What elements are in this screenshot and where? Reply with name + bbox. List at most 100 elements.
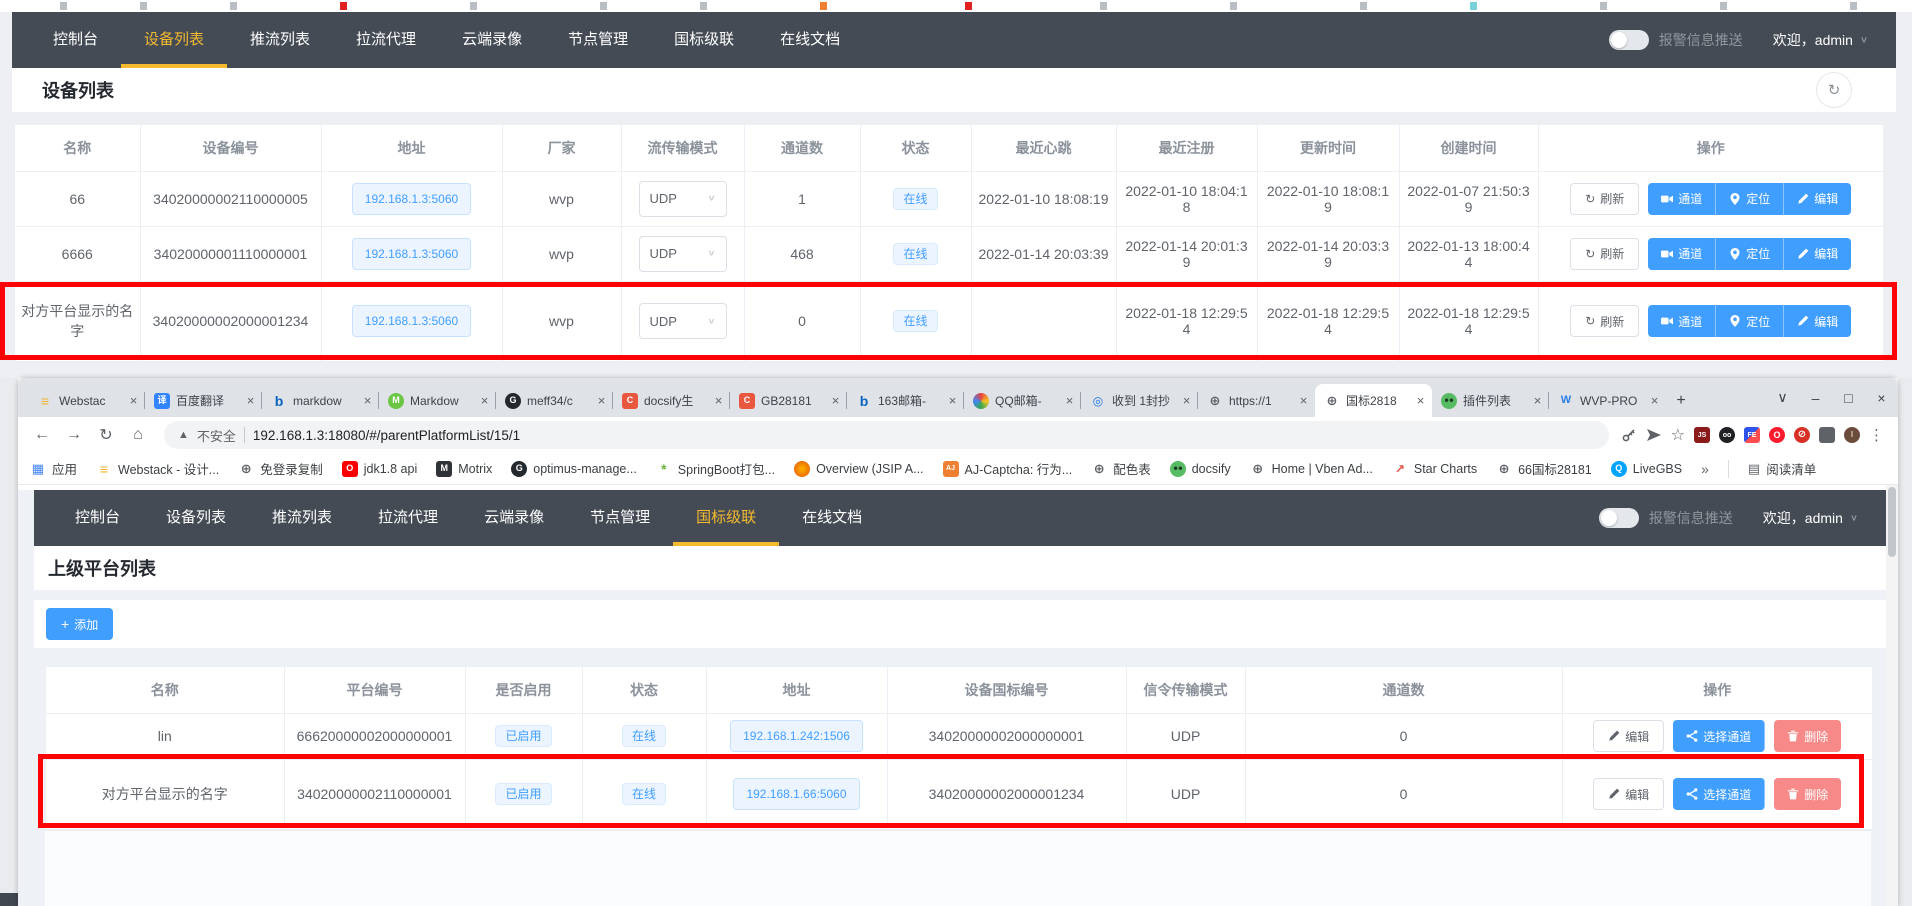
window-maximize-button[interactable]: □ <box>1832 378 1865 417</box>
bookmark-star-icon[interactable]: ☆ <box>1671 425 1685 445</box>
bookmark-item[interactable]: docsify <box>1170 461 1231 477</box>
refresh-device-button[interactable]: 刷新 <box>1570 183 1639 215</box>
address-button[interactable]: 192.168.1.66:5060 <box>733 778 859 810</box>
tab-close-icon[interactable]: × <box>594 393 609 408</box>
scrollbar-thumb[interactable] <box>1888 487 1896 557</box>
new-tab-button[interactable]: + <box>1666 384 1696 417</box>
tab-close-icon[interactable]: × <box>711 393 726 408</box>
bookmark-item[interactable]: LiveGBS <box>1611 461 1682 477</box>
tab-close-icon[interactable]: × <box>945 393 960 408</box>
browser-tab[interactable]: Markdow× <box>379 384 496 417</box>
tab-close-icon[interactable]: × <box>477 393 492 408</box>
browser-tab[interactable]: 百度翻译× <box>145 384 262 417</box>
tab-close-icon[interactable]: × <box>1530 393 1545 408</box>
nav-tab-push-streams[interactable]: 推流列表 <box>249 490 355 546</box>
user-menu[interactable]: 欢迎，admin <box>1763 508 1858 528</box>
bookmark-item[interactable]: Star Charts <box>1392 461 1477 477</box>
browser-tab-active[interactable]: 国标2818× <box>1315 384 1432 417</box>
stream-mode-select[interactable]: UDP <box>639 303 727 339</box>
url-omnibox[interactable]: ▲ 不安全 192.168.1.3:18080/#/parentPlatform… <box>164 421 1609 449</box>
nav-tab-console[interactable]: 控制台 <box>52 490 143 546</box>
refresh-device-button[interactable]: 刷新 <box>1570 238 1639 270</box>
back-button[interactable]: ← <box>28 421 56 449</box>
delete-platform-button[interactable]: 删除 <box>1774 720 1841 752</box>
tab-close-icon[interactable]: × <box>1647 393 1662 408</box>
bookmark-item[interactable]: 配色表 <box>1091 459 1151 478</box>
browser-tab[interactable]: Webstac× <box>28 384 145 417</box>
home-button[interactable]: ⌂ <box>124 421 152 449</box>
browser-tab[interactable]: docsify生× <box>613 384 730 417</box>
tab-close-icon[interactable]: × <box>1179 393 1194 408</box>
locate-button[interactable]: 定位 <box>1716 305 1784 337</box>
stream-mode-select[interactable]: UDP <box>639 181 727 217</box>
nav-tab-devices[interactable]: 设备列表 <box>121 12 227 68</box>
channels-button[interactable]: 通道 <box>1648 183 1716 215</box>
forward-button[interactable]: → <box>60 421 88 449</box>
nav-tab-pull-proxy[interactable]: 拉流代理 <box>333 12 439 68</box>
bookmark-item[interactable]: Motrix <box>436 461 492 477</box>
security-label[interactable]: 不安全 <box>197 426 236 445</box>
browser-tab[interactable]: 插件列表× <box>1432 384 1549 417</box>
edit-platform-button[interactable]: 编辑 <box>1593 778 1664 810</box>
reading-list-button[interactable]: ▤阅读清单 <box>1748 459 1816 478</box>
add-platform-button[interactable]: 添加 <box>46 608 113 640</box>
tab-close-icon[interactable]: × <box>828 393 843 408</box>
extension-blocker-icon[interactable] <box>1794 427 1810 443</box>
send-to-device-icon[interactable] <box>1646 427 1662 443</box>
window-minimize-button[interactable]: – <box>1799 378 1832 417</box>
locate-button[interactable]: 定位 <box>1716 183 1784 215</box>
nav-tab-online-docs[interactable]: 在线文档 <box>757 12 863 68</box>
browser-tab[interactable]: meff34/c× <box>496 384 613 417</box>
nav-tab-gb-cascade[interactable]: 国标级联 <box>651 12 757 68</box>
extension-js-icon[interactable] <box>1694 427 1710 443</box>
nav-tab-node-manage[interactable]: 节点管理 <box>567 490 673 546</box>
browser-tab[interactable]: 163邮箱-× <box>847 384 964 417</box>
tab-close-icon[interactable]: × <box>1062 393 1077 408</box>
address-button[interactable]: 192.168.1.242:1506 <box>730 720 863 752</box>
browser-tab[interactable]: GB28181× <box>730 384 847 417</box>
bookmark-item[interactable]: AJ-Captcha: 行为... <box>943 459 1073 478</box>
tab-close-icon[interactable]: × <box>1413 393 1428 408</box>
browser-tab[interactable]: QQ邮箱-× <box>964 384 1081 417</box>
apps-shortcut[interactable]: 应用 <box>30 459 77 478</box>
browser-menu-kebab-icon[interactable]: ⋮ <box>1869 426 1884 444</box>
page-refresh-button[interactable] <box>1816 72 1852 108</box>
stream-mode-select[interactable]: UDP <box>639 236 727 272</box>
nav-tab-pull-proxy[interactable]: 拉流代理 <box>355 490 461 546</box>
address-button[interactable]: 192.168.1.3:5060 <box>352 238 471 270</box>
tab-close-icon[interactable]: × <box>126 393 141 408</box>
bookmark-item[interactable]: Overview (JSIP A... <box>794 461 923 477</box>
password-key-icon[interactable] <box>1621 427 1637 443</box>
url-text[interactable]: 192.168.1.3:18080/#/parentPlatformList/1… <box>253 428 1595 443</box>
bookmark-item[interactable]: SpringBoot打包... <box>656 459 775 478</box>
locate-button[interactable]: 定位 <box>1716 238 1784 270</box>
address-button[interactable]: 192.168.1.3:5060 <box>352 183 471 215</box>
page-scrollbar[interactable] <box>1886 485 1898 906</box>
edit-platform-button[interactable]: 编辑 <box>1593 720 1664 752</box>
browser-tab[interactable]: https://1× <box>1198 384 1315 417</box>
bookmark-item[interactable]: Home | Vben Ad... <box>1250 461 1373 477</box>
select-channels-button[interactable]: 选择通道 <box>1673 720 1765 752</box>
edit-device-button[interactable]: 编辑 <box>1784 238 1851 270</box>
channels-button[interactable]: 通道 <box>1648 238 1716 270</box>
extensions-puzzle-icon[interactable] <box>1819 427 1835 443</box>
tab-close-icon[interactable]: × <box>360 393 375 408</box>
bookmark-item[interactable]: Webstack - 设计... <box>96 459 219 478</box>
delete-platform-button[interactable]: 删除 <box>1774 778 1841 810</box>
window-close-button[interactable]: × <box>1865 378 1898 417</box>
tab-close-icon[interactable]: × <box>1296 393 1311 408</box>
tab-search-chevron[interactable]: ∨ <box>1766 378 1799 417</box>
nav-tab-push-streams[interactable]: 推流列表 <box>227 12 333 68</box>
nav-tab-cloud-record[interactable]: 云端录像 <box>461 490 567 546</box>
user-menu[interactable]: 欢迎，admin <box>1773 30 1868 50</box>
browser-tab[interactable]: 收到 1封抄× <box>1081 384 1198 417</box>
nav-tab-gb-cascade[interactable]: 国标级联 <box>673 490 779 546</box>
browser-tab[interactable]: markdow× <box>262 384 379 417</box>
bookmark-item[interactable]: 免登录复制 <box>238 459 323 478</box>
alarm-push-toggle[interactable] <box>1599 508 1639 528</box>
extension-o-icon[interactable] <box>1769 427 1785 443</box>
alarm-push-toggle[interactable] <box>1609 30 1649 50</box>
address-button[interactable]: 192.168.1.3:5060 <box>352 305 471 337</box>
extension-fe-icon[interactable] <box>1744 427 1760 443</box>
bookmark-item[interactable]: 66国标28181 <box>1496 459 1592 478</box>
